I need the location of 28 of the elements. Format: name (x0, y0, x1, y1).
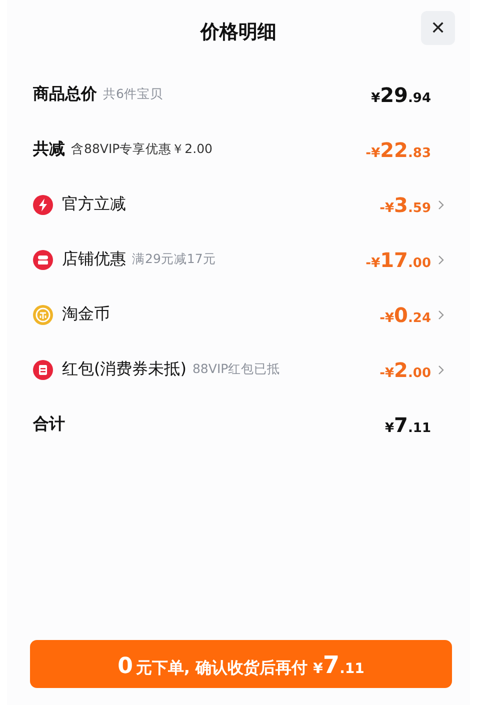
chevron-icon[interactable] (438, 364, 444, 374)
price-amount: ¥7.11 (385, 412, 431, 436)
row-label: 官方立减 (62, 194, 126, 215)
sheet-title: 价格明细 (200, 20, 276, 45)
row-label: 商品总价 (33, 84, 97, 105)
coin-icon (33, 304, 53, 324)
shop-icon (33, 250, 53, 270)
price-amount: -¥3.59 (380, 192, 431, 216)
close-button[interactable]: ✕ (421, 11, 455, 45)
chevron-icon[interactable] (438, 254, 444, 264)
price-amount: -¥22.83 (366, 138, 431, 162)
price-amount: -¥17.00 (366, 248, 431, 272)
row-note: 满29元减17元 (132, 251, 216, 268)
row-note: 含88VIP专享优惠￥2.00 (71, 141, 213, 158)
row-note: 共6件宝贝 (103, 86, 163, 103)
row-label: 店铺优惠 (62, 249, 126, 270)
row-note: 88VIP红包已抵 (192, 361, 280, 378)
price-amount: ¥29.94 (371, 82, 431, 106)
price-amount: -¥2.00 (380, 358, 431, 382)
envelope-icon (33, 360, 53, 380)
row-label: 淘金币 (62, 304, 110, 325)
price-amount: -¥0.24 (380, 302, 431, 326)
chevron-icon[interactable] (438, 200, 444, 210)
chevron-icon[interactable] (438, 310, 444, 320)
row-label: 红包(消费券未抵) (62, 359, 186, 380)
row-label: 共减 (33, 139, 65, 160)
bolt-icon (33, 194, 53, 214)
row-label: 合计 (33, 414, 65, 435)
